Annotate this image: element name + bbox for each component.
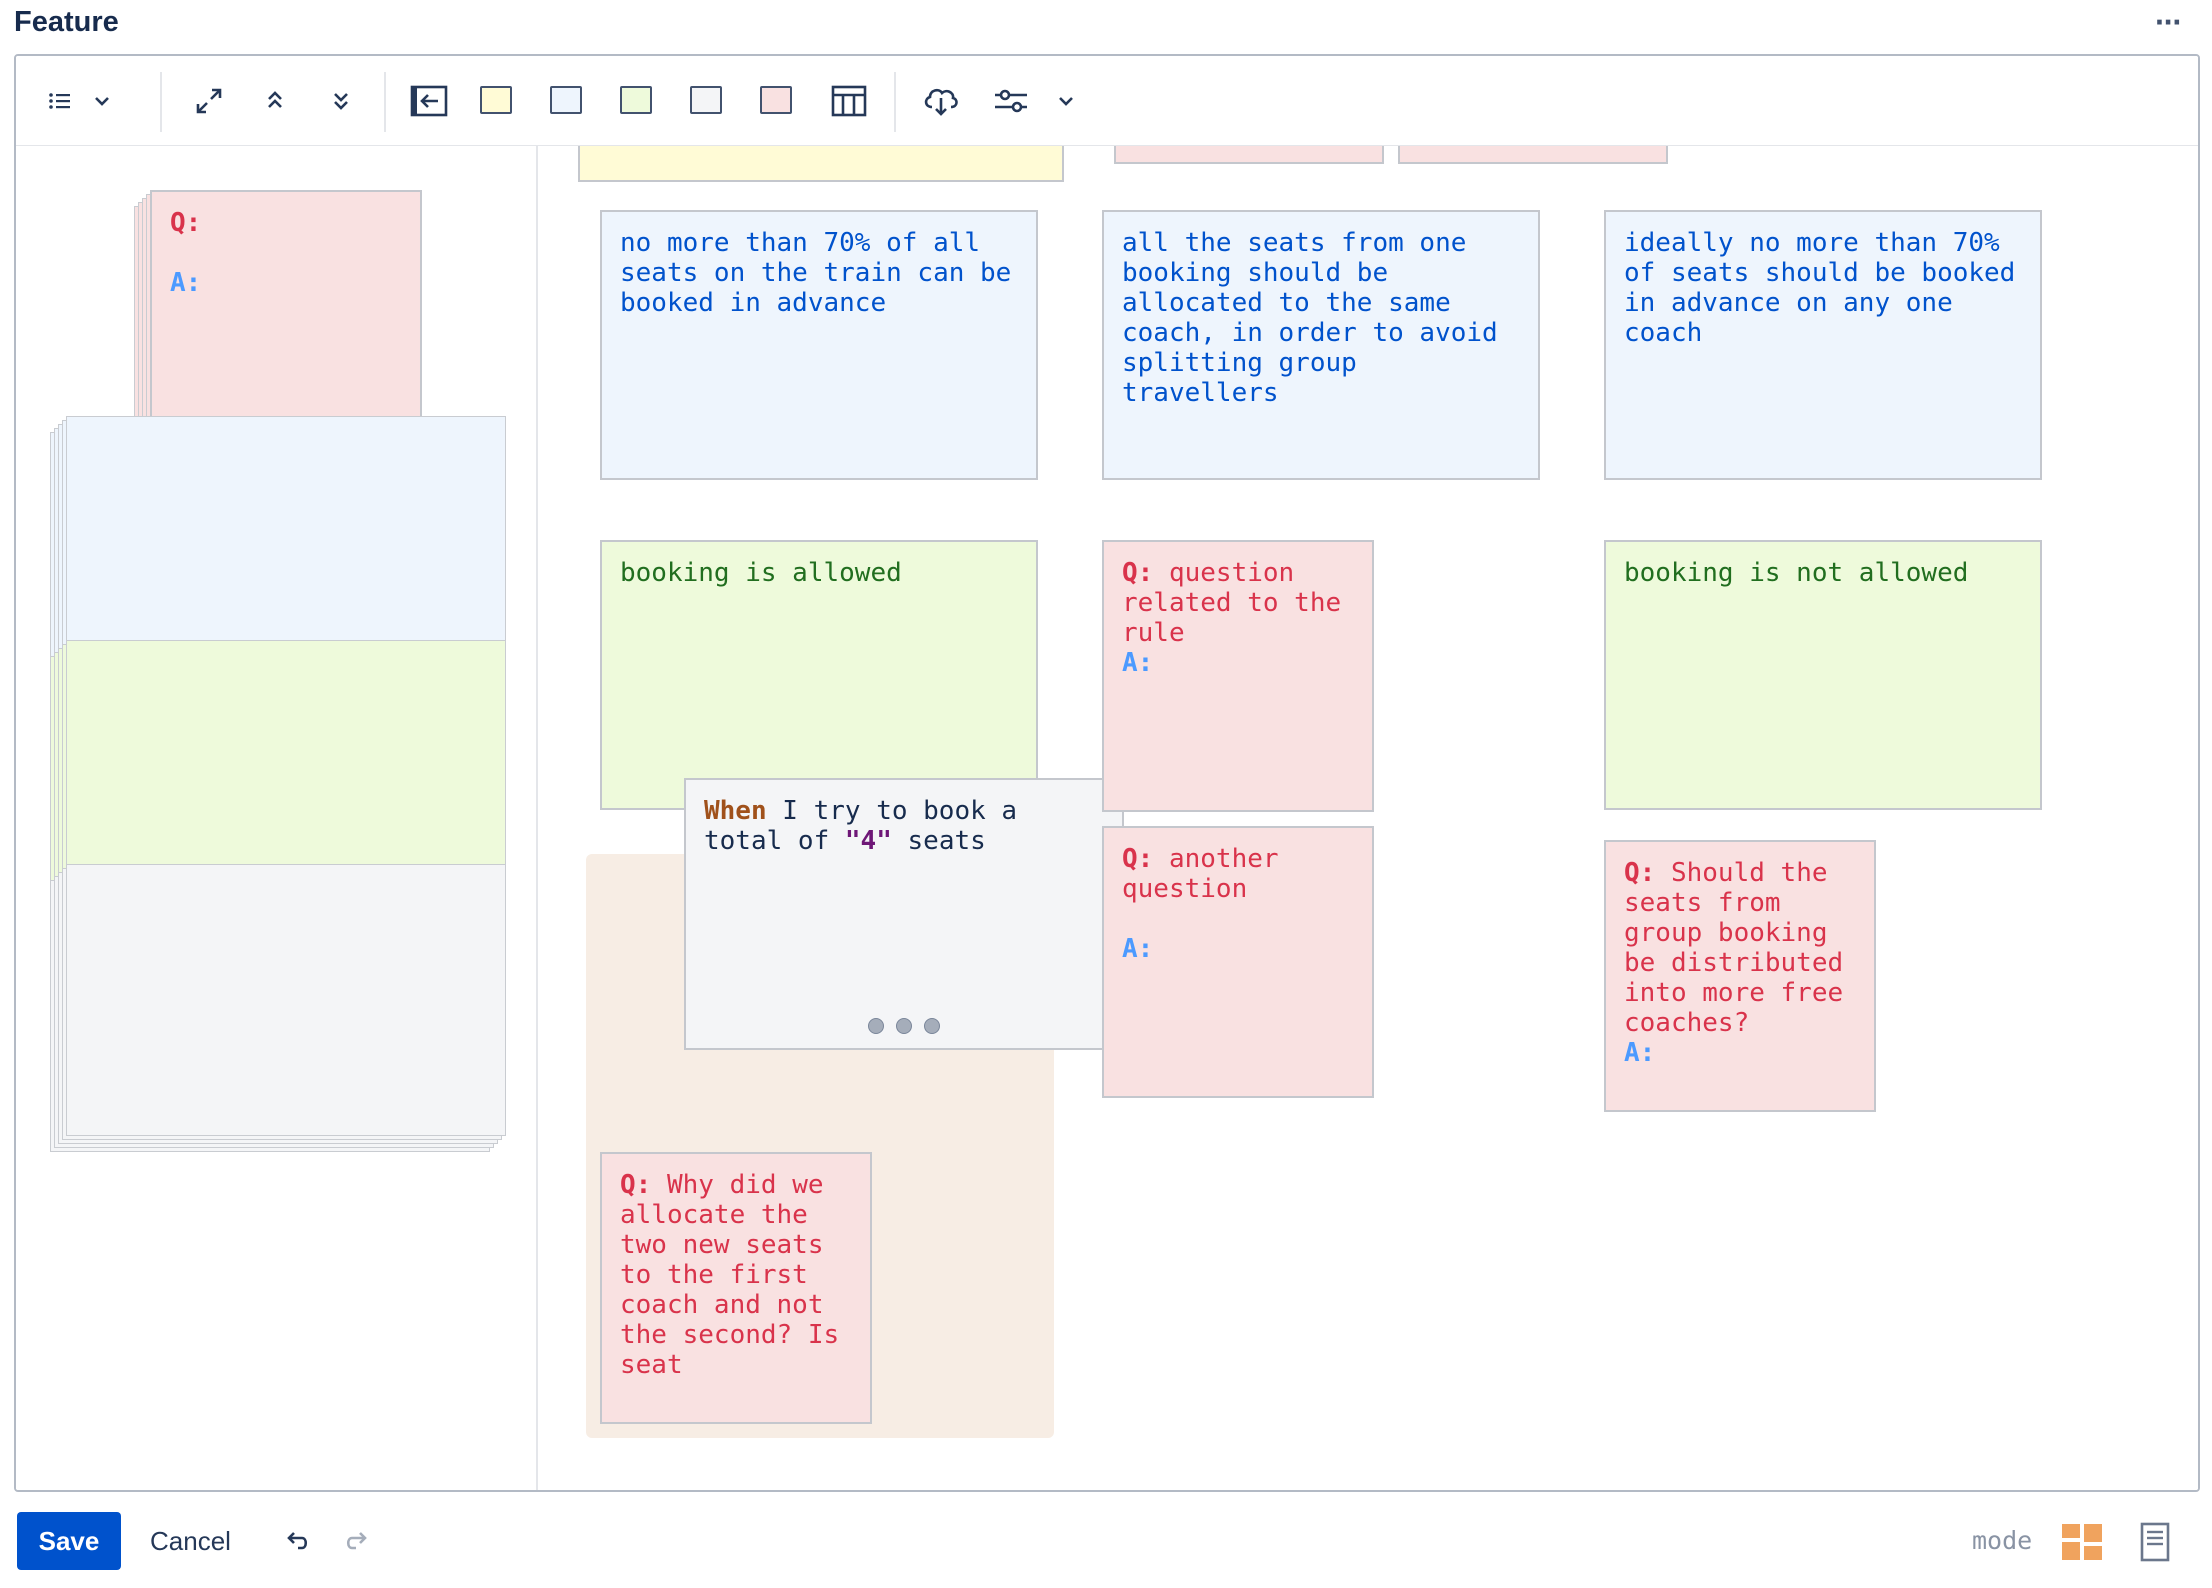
example-card[interactable]: booking is not allowed [1604, 540, 2042, 810]
question-text: Should the seats from group booking be d… [1624, 858, 1859, 1038]
cloud-download-icon[interactable] [916, 78, 966, 124]
save-button[interactable]: Save [17, 1512, 121, 1570]
more-horizontal-icon[interactable]: ··· [2155, 4, 2183, 41]
question-card[interactable]: Q: Why did we allocate the two new seats… [600, 1152, 872, 1424]
step-keyword: When [704, 796, 767, 826]
green-card-swatch[interactable] [620, 86, 652, 114]
question-card[interactable]: Q: another question A: [1102, 826, 1374, 1098]
question-label: Q: [1624, 858, 1656, 888]
question-text: Why did we allocate the two new seats to… [620, 1170, 855, 1380]
step-card[interactable]: When I try to book a total of "4" seats [684, 778, 1124, 1050]
question-card[interactable]: Q: question related to the rule A: [1102, 540, 1374, 812]
question-label: Q: [1122, 844, 1154, 874]
example-card[interactable]: booking is allowed [600, 540, 1038, 810]
step-card-template[interactable] [66, 864, 506, 1136]
question-card-top[interactable] [1398, 146, 1668, 164]
pink-card-swatch[interactable] [760, 86, 792, 114]
mode-label: mode [1972, 1526, 2033, 1555]
step-text: seats [891, 826, 986, 856]
question-card-top[interactable] [1114, 146, 1384, 164]
answer-label: A: [1122, 648, 1154, 678]
rule-card[interactable]: no more than 70% of all seats on the tra… [600, 210, 1038, 480]
mapping-canvas[interactable]: no more than 70% of all seats on the tra… [540, 146, 2198, 1490]
grey-card-swatch[interactable] [690, 86, 722, 114]
redo-icon[interactable] [344, 1530, 372, 1559]
question-label: Q: [1122, 558, 1154, 588]
chevron-down-icon[interactable] [1048, 78, 1084, 124]
toolbar-separator [160, 72, 162, 132]
toolbar-separator [384, 72, 386, 132]
rule-card[interactable]: ideally no more than 70% of seats should… [1604, 210, 2042, 480]
chevron-down-icon[interactable] [84, 78, 120, 124]
blue-card-swatch[interactable] [550, 86, 582, 114]
collapse-up-icon[interactable] [252, 78, 298, 124]
step-value: "4" [844, 826, 892, 856]
settings-sliders-icon[interactable] [986, 78, 1036, 124]
answer-label: A: [170, 268, 202, 298]
rule-card[interactable]: all the seats from one booking should be… [1102, 210, 1540, 480]
cancel-button[interactable]: Cancel [150, 1526, 231, 1557]
document-mode-icon[interactable] [2140, 1522, 2170, 1567]
question-label: Q: [170, 208, 202, 238]
toolbar-separator [894, 72, 896, 132]
toolbar [16, 56, 2198, 146]
card-palette: Q: A: [16, 146, 538, 1490]
question-label: Q: [620, 1170, 652, 1200]
question-card[interactable]: Q: Should the seats from group booking b… [1604, 840, 1876, 1112]
list-icon[interactable] [42, 78, 78, 124]
expand-icon[interactable] [186, 78, 232, 124]
answer-label: A: [1624, 1038, 1656, 1068]
table-icon[interactable] [824, 78, 874, 124]
expand-down-icon[interactable] [318, 78, 364, 124]
answer-label: A: [1122, 934, 1154, 964]
story-card[interactable] [578, 146, 1064, 182]
page-title: Feature [14, 6, 119, 38]
back-to-panel-icon[interactable] [404, 78, 454, 124]
example-mapping-editor: Q: A: no more than 70% of all seats on t… [14, 54, 2200, 1492]
question-text: question related to the rule [1122, 558, 1357, 648]
board-mode-icon[interactable] [2062, 1524, 2104, 1567]
undo-icon[interactable] [282, 1530, 310, 1559]
step-options-dots[interactable] [686, 1018, 1122, 1034]
yellow-card-swatch[interactable] [480, 86, 512, 114]
